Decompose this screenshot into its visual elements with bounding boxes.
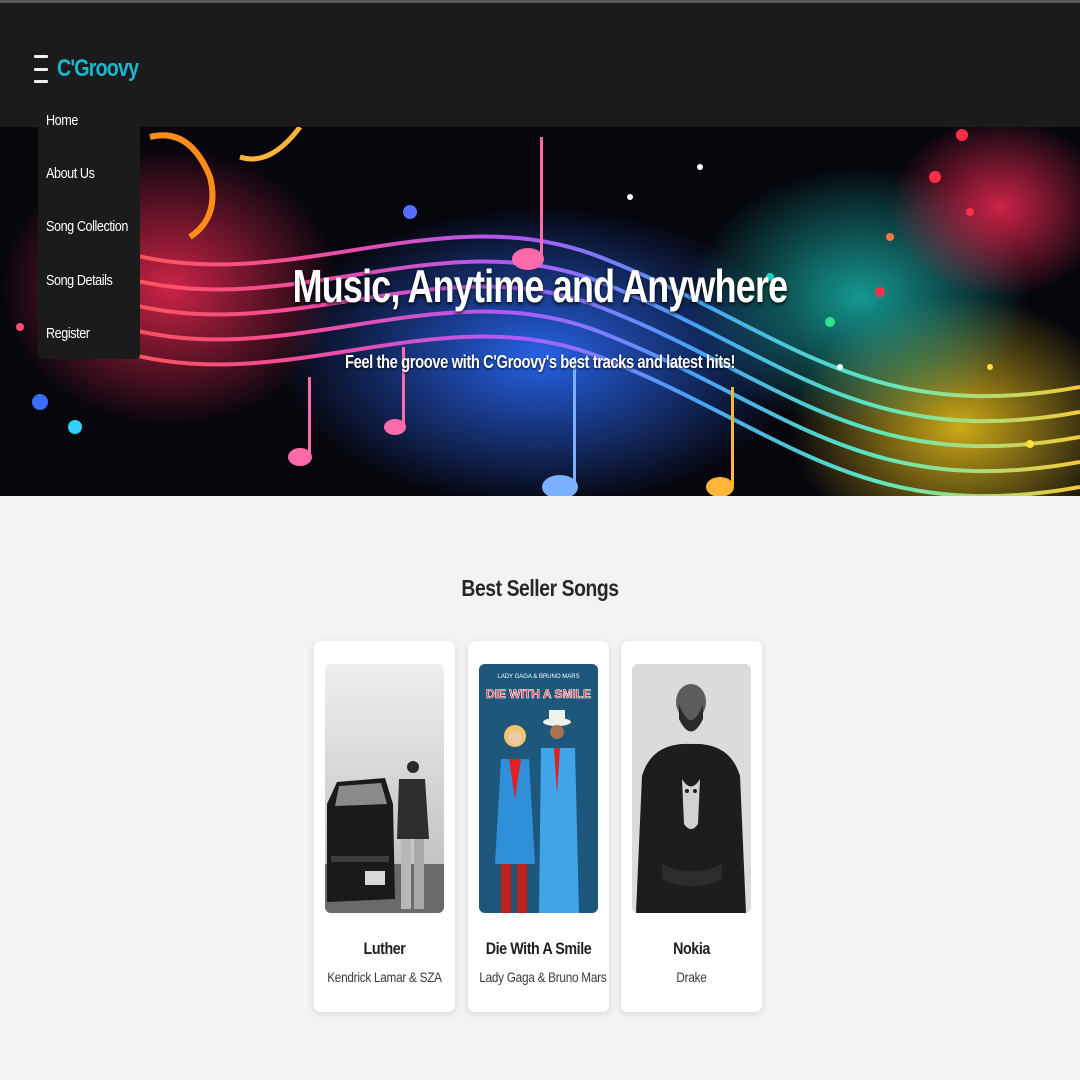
album-cover-luther — [325, 664, 444, 913]
song-title: Nokia — [673, 939, 710, 958]
song-card-die-with-a-smile[interactable]: LADY GAGA & BRUNO MARS DIE WITH A SMILE … — [468, 641, 609, 1012]
nav-item-home[interactable]: Home — [46, 112, 78, 129]
song-artist: Kendrick Lamar & SZA — [327, 969, 442, 985]
nav-dropdown-menu: Home About Us Song Collection Song Detai… — [38, 101, 140, 359]
brand-logo[interactable]: C'Groovy — [57, 55, 139, 83]
cover-text-main: DIE WITH A SMILE — [486, 687, 591, 701]
song-title: Luther — [363, 939, 406, 958]
nav-item-register[interactable]: Register — [46, 325, 90, 342]
nav-item-song-details[interactable]: Song Details — [46, 272, 113, 289]
song-artist: Drake — [676, 969, 707, 985]
album-cover-nokia — [632, 664, 751, 913]
nav-item-song-collection[interactable]: Song Collection — [46, 218, 128, 235]
hamburger-menu-icon[interactable] — [34, 55, 48, 83]
song-card-luther[interactable]: Luther Kendrick Lamar & SZA — [314, 641, 455, 1012]
song-card-nokia[interactable]: Nokia Drake — [621, 641, 762, 1012]
cover-text-top: LADY GAGA & BRUNO MARS — [497, 674, 579, 680]
song-title: Die With A Smile — [485, 939, 592, 958]
song-artist: Lady Gaga & Bruno Mars — [479, 969, 607, 985]
nav-item-about-us[interactable]: About Us — [46, 165, 95, 182]
hero-subtitle: Feel the groove with C'Groovy's best tra… — [344, 352, 736, 372]
album-cover-die-with-a-smile: LADY GAGA & BRUNO MARS DIE WITH A SMILE — [479, 664, 598, 913]
hero-banner: Music, Anytime and Anywhere Feel the gro… — [0, 127, 1080, 496]
best-seller-heading: Best Seller Songs — [461, 575, 619, 601]
navbar: C'Groovy — [0, 3, 1080, 127]
hero-title: Music, Anytime and Anywhere — [292, 260, 788, 312]
